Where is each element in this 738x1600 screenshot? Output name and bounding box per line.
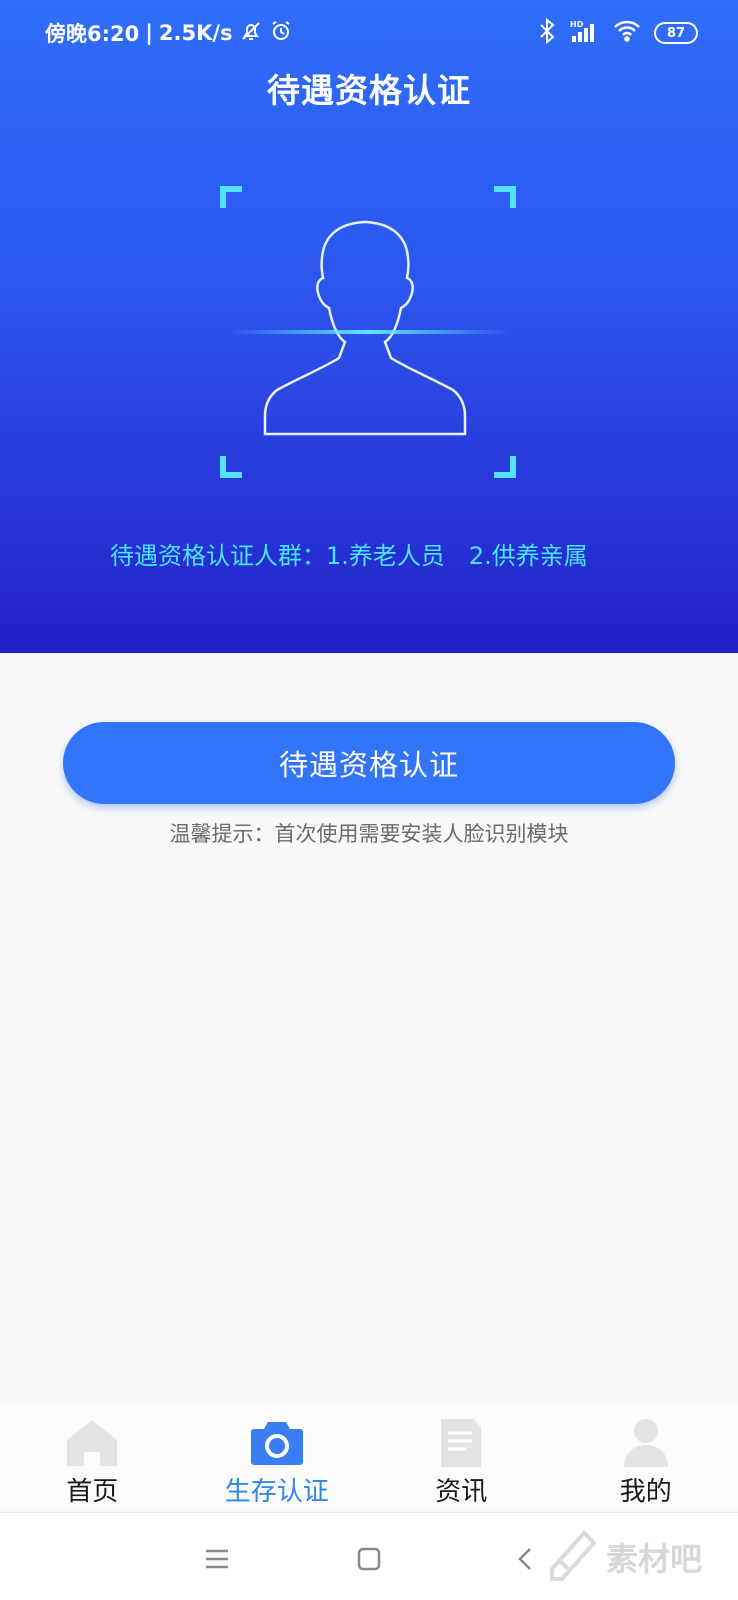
mute-bell-icon [239,19,263,48]
document-icon [431,1415,491,1471]
tab-survival-certification[interactable]: 生存认证 [185,1405,370,1510]
person-icon [616,1415,676,1471]
tab-home[interactable]: 首页 [0,1405,185,1510]
tip-text: 温馨提示：首次使用需要安装人脸识别模块 [169,822,569,846]
home-square-icon[interactable] [349,1539,389,1579]
tab-news[interactable]: 资讯 [369,1405,554,1510]
hd-signal-icon: HD [568,18,600,48]
tab-mine[interactable]: 我的 [554,1405,738,1510]
status-left: 傍晚6:20 | 2.5K/s [45,18,293,48]
benefit-certification-button[interactable]: 待遇资格认证 [63,722,675,804]
tab-label: 资讯 [435,1477,488,1507]
watermark: 素材吧 [546,1527,716,1587]
wifi-icon [612,18,642,48]
status-bar: 傍晚6:20 | 2.5K/s HD 87 [0,0,738,64]
menu-icon[interactable] [197,1539,237,1579]
system-nav-bar: 素材吧 [0,1512,738,1600]
status-right: HD 87 [538,17,698,48]
svg-text:HD: HD [570,20,584,29]
eligibility-notice: 待遇资格认证人群：1.养老人员 2.供养亲属 [110,542,588,570]
tab-label: 生存认证 [224,1477,329,1507]
status-net-speed: 2.5K/s [158,21,233,45]
watermark-text: 素材吧 [606,1540,703,1578]
status-divider: | [145,21,153,45]
tab-label: 我的 [619,1477,672,1507]
watermark-logo-icon [546,1529,598,1585]
home-icon [62,1415,122,1471]
page-title: 待遇资格认证 [267,71,471,110]
hero-banner: 傍晚6:20 | 2.5K/s HD 87 待遇资格认证 待遇资格认证人群：1.… [0,0,738,653]
bluetooth-icon [538,17,556,48]
status-time: 傍晚6:20 [45,22,140,46]
camera-icon [247,1415,307,1471]
alarm-icon [269,19,293,48]
battery-icon: 87 [654,22,698,44]
bottom-tabbar: 首页 生存认证 资讯 我的 [0,1405,738,1510]
back-icon[interactable] [505,1539,545,1579]
scan-line [228,330,510,334]
tab-label: 首页 [66,1477,119,1507]
